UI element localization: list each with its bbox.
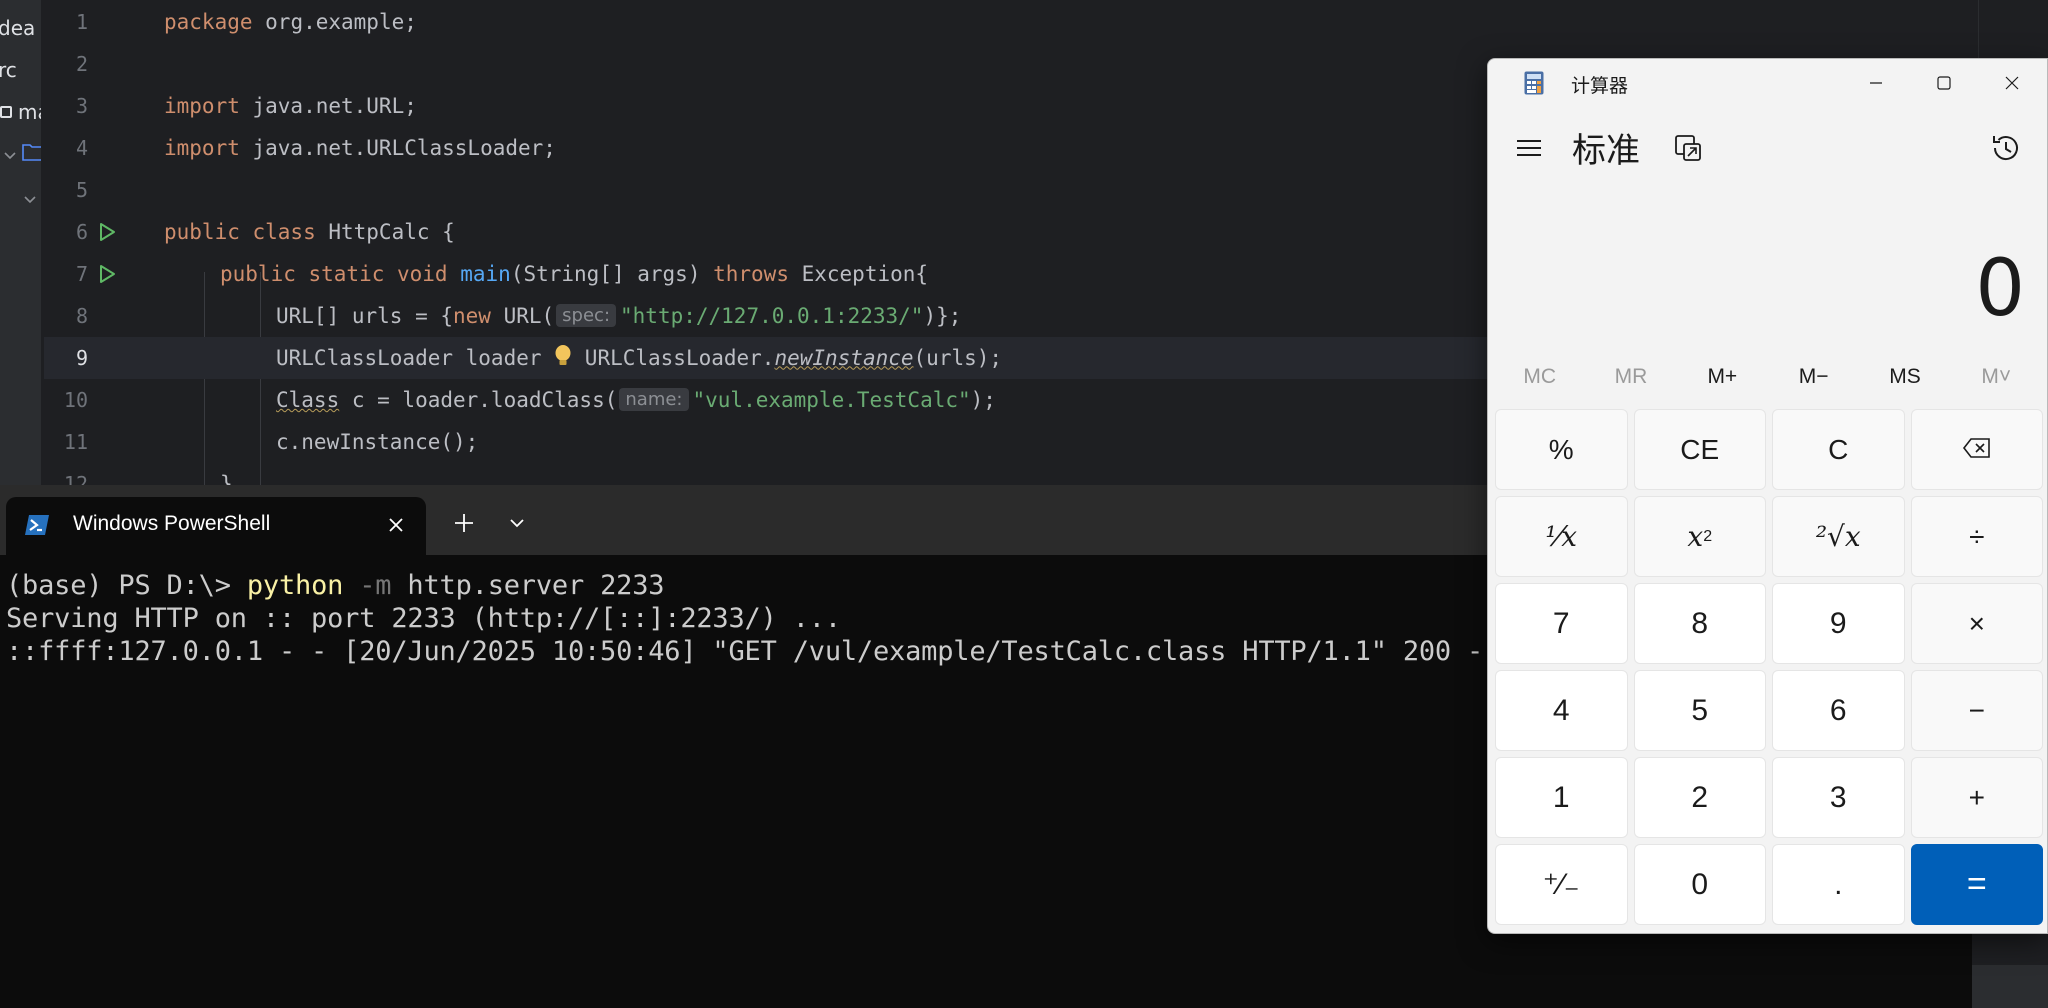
tree-item-src[interactable]: rc — [0, 58, 17, 84]
history-icon[interactable] — [1989, 131, 2023, 165]
code-text: public class HttpCalc { — [164, 220, 455, 244]
code-text: public static void main(String[] args) t… — [220, 262, 929, 286]
sqrt-button[interactable]: ²√x — [1772, 496, 1905, 577]
code-text: c.newInstance(); — [276, 430, 479, 454]
terminal-line: (base) PS D:\> python -m http.server 223… — [6, 570, 665, 601]
parameter-hint: spec: — [556, 304, 617, 327]
chevron-down-icon[interactable] — [24, 190, 36, 209]
calculator-header: 标准 — [1488, 119, 2047, 179]
key-label: 2 — [1703, 527, 1713, 545]
key-label: ²√x — [1815, 520, 1861, 553]
terminal-output[interactable]: (base) PS D:\> python -m http.server 223… — [6, 569, 1483, 668]
minimize-icon[interactable] — [1842, 59, 1910, 107]
reciprocal-button[interactable]: ¹⁄x — [1495, 496, 1628, 577]
plus-icon[interactable] — [448, 507, 480, 539]
line-number: 8 — [75, 304, 88, 328]
chevron-down-icon[interactable] — [503, 509, 531, 537]
powershell-icon — [24, 514, 50, 536]
digit-9-button[interactable]: 9 — [1772, 583, 1905, 664]
calculator-titlebar[interactable]: 计算器 — [1488, 59, 2047, 107]
key-label: ¹⁄x — [1545, 520, 1578, 553]
code-line[interactable]: 1 package org.example; — [44, 1, 2048, 43]
key-label: x — [1687, 520, 1704, 553]
project-tree: dea rc ma — [0, 0, 42, 485]
folder-icon[interactable] — [22, 143, 41, 165]
decimal-button[interactable]: . — [1772, 844, 1905, 925]
divide-button[interactable]: ÷ — [1910, 496, 2043, 577]
memory-list-button[interactable]: M˅ — [1951, 357, 2042, 397]
m-plus-button[interactable]: M+ — [1677, 357, 1768, 397]
chevron-down-icon[interactable] — [4, 146, 16, 165]
line-number: 12 — [63, 472, 88, 485]
memory-row: MC MR M+ M− MS M˅ — [1494, 357, 2042, 397]
mc-button[interactable]: MC — [1494, 357, 1585, 397]
terminal-line: ::ffff:127.0.0.1 - - [20/Jun/2025 10:50:… — [6, 636, 1484, 667]
clear-button[interactable]: C — [1772, 409, 1905, 490]
digit-8-button[interactable]: 8 — [1633, 583, 1766, 664]
line-number: 7 — [75, 262, 88, 286]
code-text: URL[] urls = {new URL(spec: "http://127.0… — [276, 304, 962, 328]
tree-item-main[interactable]: ma — [0, 100, 41, 126]
mode-title: 标准 — [1572, 131, 1640, 171]
calculator-window[interactable]: 计算器 标准 0 MC MR M+ M− MS M˅ % CE C ¹⁄x x … — [1487, 58, 2048, 934]
run-icon[interactable] — [96, 221, 118, 243]
terminal-tab[interactable]: Windows PowerShell — [6, 497, 426, 555]
ce-button[interactable]: CE — [1633, 409, 1766, 490]
parameter-hint: name: — [619, 388, 689, 411]
code-text: } — [220, 472, 233, 485]
digit-3-button[interactable]: 3 — [1772, 757, 1905, 838]
maximize-icon[interactable] — [1910, 59, 1978, 107]
keypad: % CE C ¹⁄x x2 ²√x ÷ 7 8 9 × 4 5 6 − 1 2 … — [1495, 409, 2043, 925]
close-icon[interactable] — [384, 513, 408, 537]
equals-button[interactable]: = — [1910, 844, 2043, 925]
digit-0-button[interactable]: 0 — [1633, 844, 1766, 925]
backspace-button[interactable] — [1910, 409, 2043, 490]
digit-4-button[interactable]: 4 — [1495, 670, 1628, 751]
keep-on-top-icon[interactable] — [1673, 133, 1703, 163]
digit-7-button[interactable]: 7 — [1495, 583, 1628, 664]
code-text: import java.net.URLClassLoader; — [164, 136, 556, 160]
backspace-icon — [1962, 434, 1992, 466]
multiply-button[interactable]: × — [1910, 583, 2043, 664]
plus-button[interactable]: + — [1910, 757, 2043, 838]
minus-button[interactable]: − — [1910, 670, 2043, 751]
tree-item-idea[interactable]: dea — [0, 16, 35, 42]
line-number: 3 — [75, 94, 88, 118]
code-text: URLClassLoader loader URLClassLoader.new… — [276, 344, 1002, 373]
code-text: import java.net.URL; — [164, 94, 417, 118]
line-number: 10 — [63, 388, 88, 412]
run-icon[interactable] — [96, 263, 118, 285]
m-minus-button[interactable]: M− — [1768, 357, 1859, 397]
module-icon — [0, 106, 12, 118]
line-number: 11 — [63, 430, 88, 454]
calculator-display: 0 — [1975, 244, 2025, 334]
tab-title: Windows PowerShell — [73, 512, 271, 535]
digit-2-button[interactable]: 2 — [1633, 757, 1766, 838]
ms-button[interactable]: MS — [1859, 357, 1950, 397]
calculator-app-icon — [1524, 71, 1544, 95]
bulb-icon[interactable] — [554, 344, 572, 373]
negate-button[interactable]: ⁺⁄₋ — [1495, 844, 1628, 925]
line-number: 6 — [75, 220, 88, 244]
digit-5-button[interactable]: 5 — [1633, 670, 1766, 751]
square-button[interactable]: x2 — [1633, 496, 1766, 577]
terminal-line: Serving HTTP on :: port 2233 (http://[::… — [6, 603, 841, 634]
line-number: 4 — [75, 136, 88, 160]
digit-1-button[interactable]: 1 — [1495, 757, 1628, 838]
digit-6-button[interactable]: 6 — [1772, 670, 1905, 751]
tree-item-label: ma — [18, 100, 41, 124]
line-number: 5 — [75, 178, 88, 202]
code-text: package org.example; — [164, 10, 417, 34]
window-title: 计算器 — [1571, 75, 1629, 97]
line-number: 1 — [75, 10, 88, 34]
percent-button[interactable]: % — [1495, 409, 1628, 490]
code-text: Class c = loader.loadClass(name: "vul.exa… — [276, 388, 996, 412]
close-icon[interactable] — [1978, 59, 2046, 107]
line-number: 9 — [75, 346, 88, 370]
hamburger-icon[interactable] — [1514, 133, 1544, 163]
mr-button[interactable]: MR — [1585, 357, 1676, 397]
line-number: 2 — [75, 52, 88, 76]
